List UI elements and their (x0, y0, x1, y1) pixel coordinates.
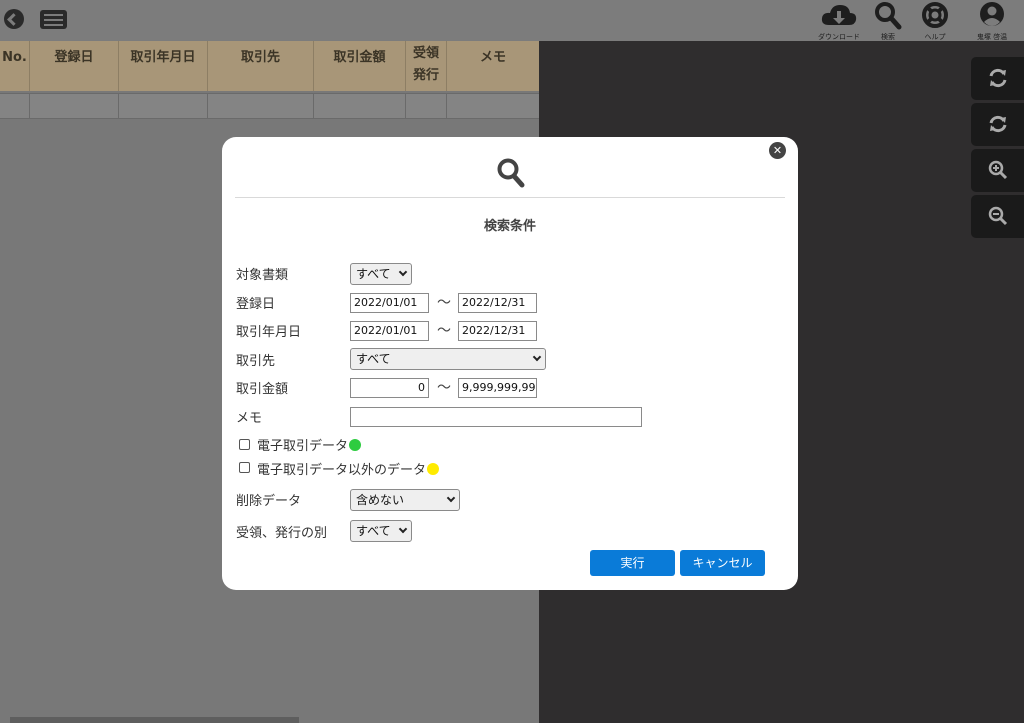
reg-date-from-input[interactable]: 2022/01/01 (350, 293, 429, 313)
search-icon (497, 158, 525, 188)
doc-type-label: 対象書類 (236, 268, 289, 283)
chevron-down-icon (398, 267, 408, 277)
range-tilde: 〜 (437, 380, 451, 396)
green-dot-icon (349, 439, 362, 451)
back-arrow-icon[interactable] (4, 9, 24, 29)
zoom-in-icon (988, 160, 1008, 180)
refresh-icon (989, 68, 1007, 88)
non-edata-label-text: 電子取引データ以外のデータ (257, 463, 427, 478)
recv-issue-value: すべて (356, 524, 391, 538)
search-dialog: ✕ 検索条件 対象書類 すべて 登録日 2022/01/01 〜 2022/12… (222, 137, 798, 590)
close-icon[interactable]: ✕ (769, 142, 786, 159)
zoom-out-button[interactable] (971, 195, 1024, 238)
col-reg-date[interactable]: 登録日 (30, 41, 119, 91)
chevron-down-icon (532, 352, 542, 362)
non-edata-checkbox-label[interactable]: 電子取引データ以外のデータ (257, 459, 440, 478)
amount-label: 取引金額 (236, 382, 289, 397)
edata-checkbox[interactable] (239, 439, 250, 450)
edata-checkbox-label[interactable]: 電子取引データ (257, 435, 362, 454)
col-partner[interactable]: 取引先 (208, 41, 314, 91)
divider (235, 197, 785, 198)
help-button[interactable]: ヘルプ (907, 1, 963, 41)
partner-value: すべて (356, 352, 391, 366)
chevron-down-icon (398, 524, 408, 534)
memo-label: メモ (236, 411, 263, 426)
zoom-in-button[interactable] (971, 149, 1024, 192)
reg-date-to-input[interactable]: 2022/12/31 (458, 293, 537, 313)
top-toolbar: ダウンロード 検索 ヘルプ 鬼塚 啓温 (0, 0, 1024, 41)
cloud-download-icon (821, 5, 857, 25)
amount-to-input[interactable]: 9,999,999,999 (458, 378, 537, 398)
yellow-dot-icon (427, 463, 440, 475)
user-button[interactable]: 鬼塚 啓温 (964, 1, 1020, 41)
execute-button[interactable]: 実行 (590, 550, 675, 576)
col-recv-issue[interactable]: 受領 発行 (406, 41, 447, 91)
search-icon (875, 2, 902, 30)
reg-date-label: 登録日 (236, 297, 276, 312)
range-tilde: 〜 (437, 295, 451, 311)
list-view-icon[interactable] (40, 10, 67, 29)
sync-icon (989, 115, 1007, 133)
user-avatar-icon (980, 2, 1004, 26)
download-button[interactable]: ダウンロード (811, 1, 867, 41)
col-memo[interactable]: メモ (447, 41, 539, 91)
rotate-button[interactable] (971, 103, 1024, 146)
range-tilde: 〜 (437, 323, 451, 339)
lifebuoy-icon (922, 2, 948, 28)
memo-input[interactable] (350, 407, 642, 427)
doc-type-select[interactable]: すべて (350, 263, 412, 285)
non-edata-checkbox[interactable] (239, 462, 250, 473)
table-header: No. 登録日 取引年月日 取引先 取引金額 受領 発行 メモ (0, 41, 539, 91)
deleted-select[interactable]: 含めない (350, 489, 460, 511)
download-label: ダウンロード (818, 33, 860, 41)
recv-issue-select[interactable]: すべて (350, 520, 412, 542)
doc-type-value: すべて (356, 267, 391, 281)
col-amount[interactable]: 取引金額 (314, 41, 406, 91)
deleted-value: 含めない (356, 493, 405, 507)
horizontal-scrollbar[interactable] (10, 717, 299, 723)
edata-label-text: 電子取引データ (257, 439, 349, 454)
partner-label: 取引先 (236, 354, 276, 369)
recv-issue-label: 受領、発行の別 (236, 526, 328, 541)
dialog-title: 検索条件 (483, 219, 536, 234)
txn-date-to-input[interactable]: 2022/12/31 (458, 321, 537, 341)
amount-from-input[interactable]: 0 (350, 378, 429, 398)
partner-select[interactable]: すべて (350, 348, 546, 370)
deleted-label: 削除データ (236, 494, 302, 509)
txn-date-from-input[interactable]: 2022/01/01 (350, 321, 429, 341)
table-row[interactable] (0, 93, 539, 119)
refresh-button[interactable] (971, 57, 1024, 100)
col-no[interactable]: No. (0, 41, 30, 91)
cancel-button[interactable]: キャンセル (680, 550, 765, 576)
zoom-out-icon (988, 206, 1008, 226)
col-txn-date[interactable]: 取引年月日 (119, 41, 208, 91)
user-label: 鬼塚 啓温 (976, 33, 1008, 41)
help-label: ヘルプ (924, 33, 946, 41)
chevron-down-icon (446, 493, 456, 503)
txn-date-label: 取引年月日 (236, 325, 302, 340)
